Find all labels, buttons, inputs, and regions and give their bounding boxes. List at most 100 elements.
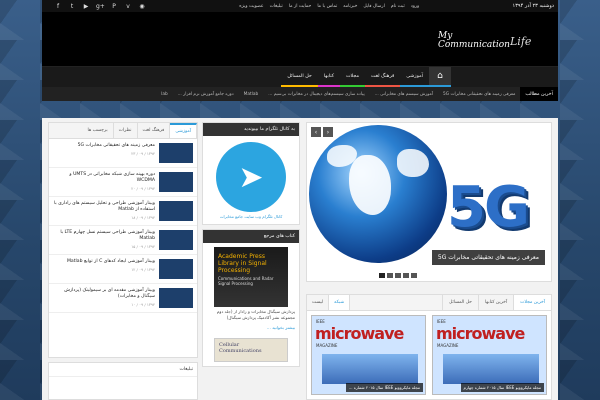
top-menu-item[interactable]: تبلیغات: [270, 4, 283, 9]
post-thumbnail[interactable]: [159, 288, 193, 308]
top-menu-item[interactable]: تماس با ما: [317, 4, 337, 9]
ticker-label: آخرین مطالب: [520, 87, 558, 101]
nav-item-education[interactable]: آموزشی: [400, 67, 429, 87]
ticker-item[interactable]: lab: [156, 92, 173, 97]
magazine-caption[interactable]: مجله مایکروویو IEEE سال ۲۰۱۵ شماره چهارم: [460, 383, 544, 392]
ticker-item[interactable]: Matlab: [239, 92, 264, 97]
view-grid-button[interactable]: شبکه: [329, 295, 351, 310]
middle-sidebar: به کانال تلگرام ما بپیوندید ➤ کانال تلگر…: [202, 122, 300, 371]
top-menu: ورود ثبت نام ارسال فایل خبرنامه تماس با …: [239, 4, 419, 9]
nav-item-solutions[interactable]: حل المسائل: [281, 67, 318, 87]
home-icon[interactable]: ⌂: [429, 67, 451, 87]
ticker-item[interactable]: معرفی زمینه های تحقیقاتی مخابرات 5G: [438, 92, 520, 97]
post-title[interactable]: وبینار آموزشی طراحی سیستم نسل چهارم LTE …: [53, 230, 155, 242]
ticker-item[interactable]: آموزش سیستم های مخابراتی ...: [370, 92, 438, 97]
tab-latest-magazines[interactable]: آخرین مجلات: [513, 295, 551, 310]
post-thumbnail[interactable]: [159, 201, 193, 221]
magazine-caption[interactable]: مجله مایکروویو IEEE سال ۲۰۱۵ شماره ...: [345, 383, 423, 392]
slider-dot[interactable]: [387, 273, 393, 278]
list-item[interactable]: وبینار آموزشی طراحی و تحلیل سیستم های را…: [49, 197, 197, 226]
post-thumbnail[interactable]: [159, 172, 193, 192]
site-logo[interactable]: My Communication Life: [438, 32, 531, 50]
current-date: دوشنبه ۲۳ آذر ۱۳۹۴: [512, 3, 554, 9]
tab-latest-books[interactable]: آخرین کتابها: [477, 295, 513, 310]
magazine-card[interactable]: IEEE microwave MAGAZINE مجله مایکروویو I…: [432, 315, 547, 395]
globe-image: [309, 125, 447, 263]
rss-icon[interactable]: ◉: [138, 3, 146, 10]
main-content: 5G ‹ › معرفی زمینه های تحقیقاتی مخابرات …: [42, 118, 558, 400]
slider-dot[interactable]: [395, 273, 401, 278]
nav-item-books[interactable]: کتابها: [317, 67, 340, 87]
magazine-grid: IEEE microwave MAGAZINE مجله مایکروویو I…: [307, 311, 551, 399]
magazine-subtitle: MAGAZINE: [437, 343, 459, 348]
post-title[interactable]: دوره بهینه سازی شبکه مخابراتی در UMTS و …: [53, 172, 155, 184]
featured-slider[interactable]: 5G ‹ › معرفی زمینه های تحقیقاتی مخابرات …: [306, 122, 552, 282]
post-date: ۱۳۹۴ / ۰۹ / ۱۸: [131, 215, 155, 220]
post-thumbnail[interactable]: [159, 230, 193, 250]
nav-item-magazines[interactable]: مجلات: [340, 67, 366, 87]
ads-title: تبلیغات: [49, 363, 197, 377]
telegram-icon[interactable]: ➤: [216, 142, 286, 212]
slider-dot[interactable]: [403, 273, 409, 278]
top-bar: f t ▶ g+ P v ◉ ورود ثبت نام ارسال فایل خ…: [42, 0, 558, 12]
post-thumbnail[interactable]: [159, 143, 193, 163]
post-title[interactable]: وبینار آموزشی مقدمه ای بر سیمولینک (پردا…: [53, 288, 155, 300]
list-item[interactable]: معرفی زمینه های تحقیقاتی مخابرات 5G ۱۳۹۴…: [49, 139, 197, 168]
slider-next-button[interactable]: ›: [323, 127, 333, 137]
top-menu-item[interactable]: عضویت ویژه: [239, 4, 263, 9]
post-date: ۱۳۹۴ / ۰۹ / ۱۵: [131, 244, 155, 249]
tab-solutions[interactable]: حل المسائل: [442, 295, 478, 310]
magazine-card[interactable]: IEEE microwave MAGAZINE مجله مایکروویو I…: [311, 315, 426, 395]
slider-caption[interactable]: معرفی زمینه های تحقیقاتی مخابرات 5G: [431, 250, 545, 265]
top-menu-item[interactable]: ارسال فایل: [363, 4, 384, 9]
vimeo-icon[interactable]: v: [124, 3, 132, 10]
list-item[interactable]: وبینار آموزشی مقدمه ای بر سیمولینک (پردا…: [49, 284, 197, 313]
tab-dictionary[interactable]: فرهنگ لغت: [138, 123, 171, 138]
googleplus-icon[interactable]: g+: [96, 3, 105, 10]
post-thumbnail[interactable]: [159, 259, 193, 279]
list-item[interactable]: دوره بهینه سازی شبکه مخابراتی در UMTS و …: [49, 168, 197, 197]
tabbed-posts-widget: آموزشی فرهنگ لغت نظرات برچسب ها معرفی زم…: [48, 122, 198, 358]
nav-item-dictionary[interactable]: فرهنگ لغت: [365, 67, 401, 87]
read-more-link[interactable]: بیشتر بخوانید ...: [203, 325, 299, 334]
book-cover[interactable]: Cellular Communications: [214, 338, 288, 362]
news-ticker: آخرین مطالب معرفی زمینه های تحقیقاتی مخا…: [42, 87, 558, 101]
ticker-item[interactable]: دوره جامع آموزش نرم افزار ...: [173, 92, 239, 97]
post-title[interactable]: وبینار آموزشی ایجاد کدهای C از توابع Mat…: [53, 259, 155, 265]
ticker-item[interactable]: پیاده سازی سیستم‌های دیجیتال در مخابرات …: [263, 92, 369, 97]
book-cover-subtitle: Communications and Radar Signal Processi…: [218, 276, 274, 286]
slider-5g-graphic: 5G: [447, 175, 530, 240]
top-menu-item[interactable]: خبرنامه: [343, 4, 357, 9]
tab-education[interactable]: آموزشی: [170, 123, 197, 138]
twitter-icon[interactable]: t: [68, 3, 76, 10]
slider-dot[interactable]: [411, 273, 417, 278]
slider-arrows: ‹ ›: [311, 127, 333, 137]
post-date: ۱۳۹۴ / ۰۹ / ۲۳: [131, 151, 155, 156]
pinterest-icon[interactable]: P: [110, 3, 118, 10]
list-item[interactable]: وبینار آموزشی طراحی سیستم نسل چهارم LTE …: [49, 226, 197, 255]
slider-dot[interactable]: [379, 273, 385, 278]
post-date: ۱۳۹۴ / ۰۹ / ۲۰: [131, 186, 155, 191]
book-cover[interactable]: Academic Press Library in Signal Process…: [214, 247, 288, 307]
magazine-title: microwave: [315, 324, 404, 343]
tab-tags[interactable]: برچسب ها: [82, 123, 114, 138]
top-menu-item[interactable]: حمایت از ما: [289, 4, 312, 9]
slider-prev-button[interactable]: ‹: [311, 127, 321, 137]
telegram-widget-title: به کانال تلگرام ما بپیوندید: [203, 123, 299, 136]
latest-content-tabs: لیست شبکه حل المسائل آخرین کتابها آخرین …: [306, 294, 552, 400]
top-menu-item[interactable]: ورود: [411, 4, 420, 9]
list-item[interactable]: وبینار آموزشی ایجاد کدهای C از توابع Mat…: [49, 255, 197, 284]
view-list-button[interactable]: لیست: [307, 295, 330, 310]
top-menu-item[interactable]: ثبت نام: [391, 4, 405, 9]
telegram-link[interactable]: کانال تلگرام وب سایت جامع مخابرات: [203, 214, 299, 224]
post-title[interactable]: معرفی زمینه های تحقیقاتی مخابرات 5G: [53, 143, 155, 149]
post-date: ۱۳۹۴ / ۰۹ / ۱۰: [131, 302, 155, 307]
magazine-cover-image: [322, 354, 418, 384]
youtube-icon[interactable]: ▶: [82, 3, 90, 10]
facebook-icon[interactable]: f: [54, 3, 62, 10]
post-title[interactable]: وبینار آموزشی طراحی و تحلیل سیستم های را…: [53, 201, 155, 213]
tab-comments[interactable]: نظرات: [114, 123, 138, 138]
site-wrapper: f t ▶ g+ P v ◉ ورود ثبت نام ارسال فایل خ…: [42, 0, 558, 400]
logo-line-2: Communication: [438, 40, 510, 50]
magazine-publisher: IEEE: [316, 319, 325, 324]
